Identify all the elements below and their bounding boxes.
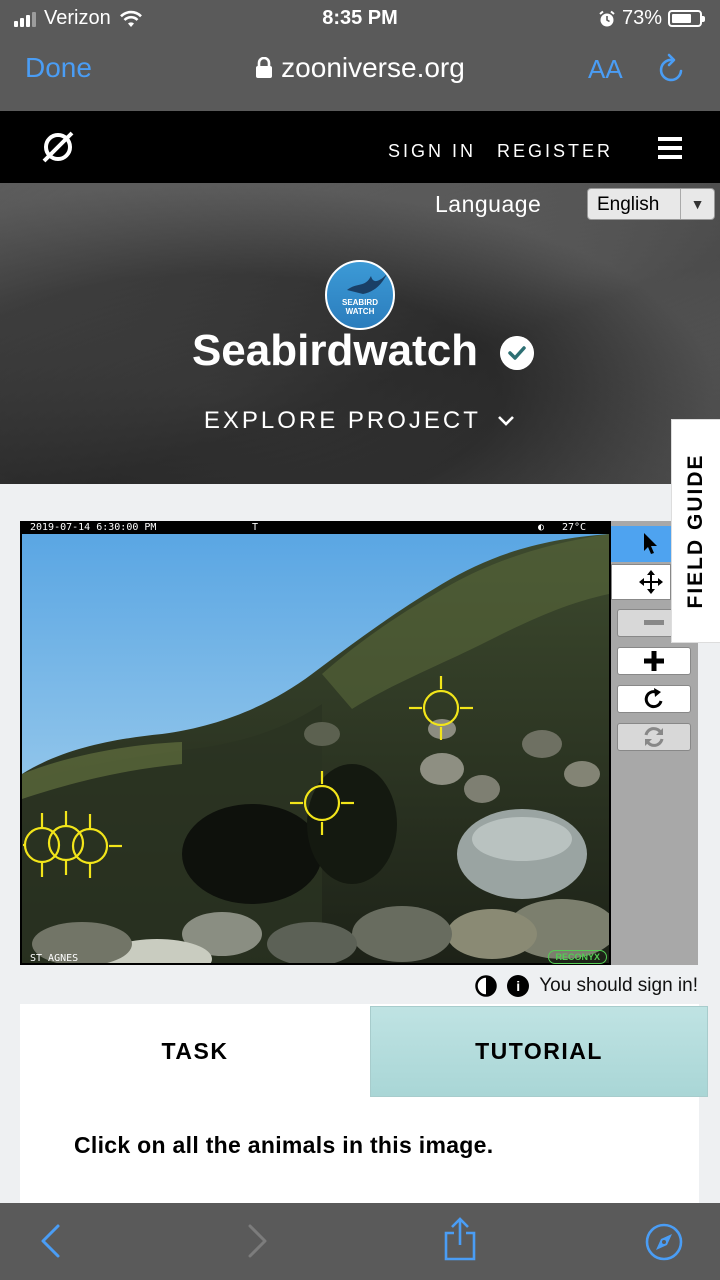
seabird-icon <box>347 274 387 294</box>
verified-check-icon <box>500 336 534 370</box>
subject-meta-bar: i You should sign in! <box>0 973 698 999</box>
move-icon <box>639 570 663 594</box>
pointer-icon <box>644 533 657 554</box>
cliff-scene <box>22 534 609 963</box>
field-guide-tab[interactable]: FIELD GUIDE <box>671 419 720 643</box>
tab-task[interactable]: TASK <box>20 1006 370 1097</box>
status-right-group: 73% <box>598 7 705 30</box>
camera-location: ST AGNES <box>30 953 79 964</box>
language-select[interactable]: English ▼ <box>587 188 715 220</box>
camera-brand: RECONYX <box>548 950 607 964</box>
site-nav: SIGN IN REGISTER <box>0 111 720 183</box>
field-guide-label: FIELD GUIDE <box>684 453 707 609</box>
zoom-in-button[interactable] <box>617 647 691 675</box>
task-panel: TASK TUTORIAL Click on all the animals i… <box>20 1004 708 1204</box>
lock-icon <box>256 56 273 78</box>
browser-top-bar: Done zooniverse.org AA <box>0 36 720 111</box>
pan-tool-button[interactable] <box>611 564 671 600</box>
camera-info-bar: 2019-07-14 6:30:00 PM T ◐ 27°C <box>20 521 611 534</box>
alarm-icon <box>599 10 615 26</box>
zooniverse-logo-icon[interactable] <box>40 129 76 165</box>
avatar-text-2: WATCH <box>345 307 375 316</box>
register-link[interactable]: REGISTER <box>497 141 613 162</box>
share-icon[interactable] <box>442 1217 478 1261</box>
rotate-icon <box>644 688 663 709</box>
classifier-area: 2019-07-14 6:30:00 PM T ◐ 27°C ST AGNES … <box>0 484 720 1204</box>
refresh-icon <box>644 727 664 747</box>
text-size-label: AA <box>588 54 623 84</box>
explore-project-button[interactable]: EXPLORE PROJECT <box>0 407 720 435</box>
project-avatar[interactable]: SEABIRD WATCH <box>325 260 395 330</box>
info-icon[interactable]: i <box>507 975 530 997</box>
plus-icon <box>644 651 664 671</box>
tab-tutorial[interactable]: TUTORIAL <box>370 1006 708 1097</box>
project-title: Seabirdwatch <box>191 326 479 375</box>
subject-image[interactable]: 2019-07-14 6:30:00 PM T ◐ 27°C ST AGNES … <box>20 521 611 965</box>
language-label: Language <box>435 191 542 217</box>
chevron-down-icon <box>498 416 515 426</box>
battery-icon <box>668 10 705 27</box>
task-help-text-clipped <box>74 1174 574 1204</box>
moon-phase-icon: ◐ <box>538 522 545 533</box>
rotate-button[interactable] <box>617 685 691 713</box>
info-icon-text: i <box>516 978 521 994</box>
battery-percent: 73% <box>621 7 662 29</box>
invert-colors-icon[interactable] <box>475 975 497 997</box>
reload-icon[interactable] <box>656 52 688 86</box>
language-value: English <box>597 194 660 215</box>
dropdown-arrow-icon: ▼ <box>680 189 714 219</box>
annotate-tool-button[interactable] <box>611 526 671 562</box>
browser-bottom-bar <box>0 1203 720 1280</box>
sign-in-link[interactable]: SIGN IN <box>388 141 476 162</box>
forward-chevron-icon[interactable] <box>246 1223 270 1259</box>
avatar-text-1: SEABIRD <box>341 298 378 307</box>
minus-icon <box>644 620 664 625</box>
text-size-button[interactable]: AA <box>588 54 623 85</box>
sign-in-message: You should sign in! <box>539 975 698 996</box>
project-hero: Language English ▼ SEABIRD WATCH Seabird… <box>0 183 720 484</box>
url-text: zooniverse.org <box>281 52 465 83</box>
menu-icon[interactable] <box>658 137 682 164</box>
reset-view-button[interactable] <box>617 723 691 751</box>
camera-footer: ST AGNES <box>20 953 611 965</box>
camera-t-mark: T <box>252 522 259 533</box>
camera-temperature: 27°C <box>562 522 587 533</box>
task-instruction: Click on all the animals in this image. <box>74 1132 494 1158</box>
explore-label: EXPLORE PROJECT <box>203 407 481 434</box>
camera-timestamp: 2019-07-14 6:30:00 PM <box>30 522 157 533</box>
status-bar: Verizon 8:35 PM 73% <box>0 0 720 36</box>
back-chevron-icon[interactable] <box>38 1223 62 1259</box>
compass-icon[interactable] <box>645 1223 683 1261</box>
